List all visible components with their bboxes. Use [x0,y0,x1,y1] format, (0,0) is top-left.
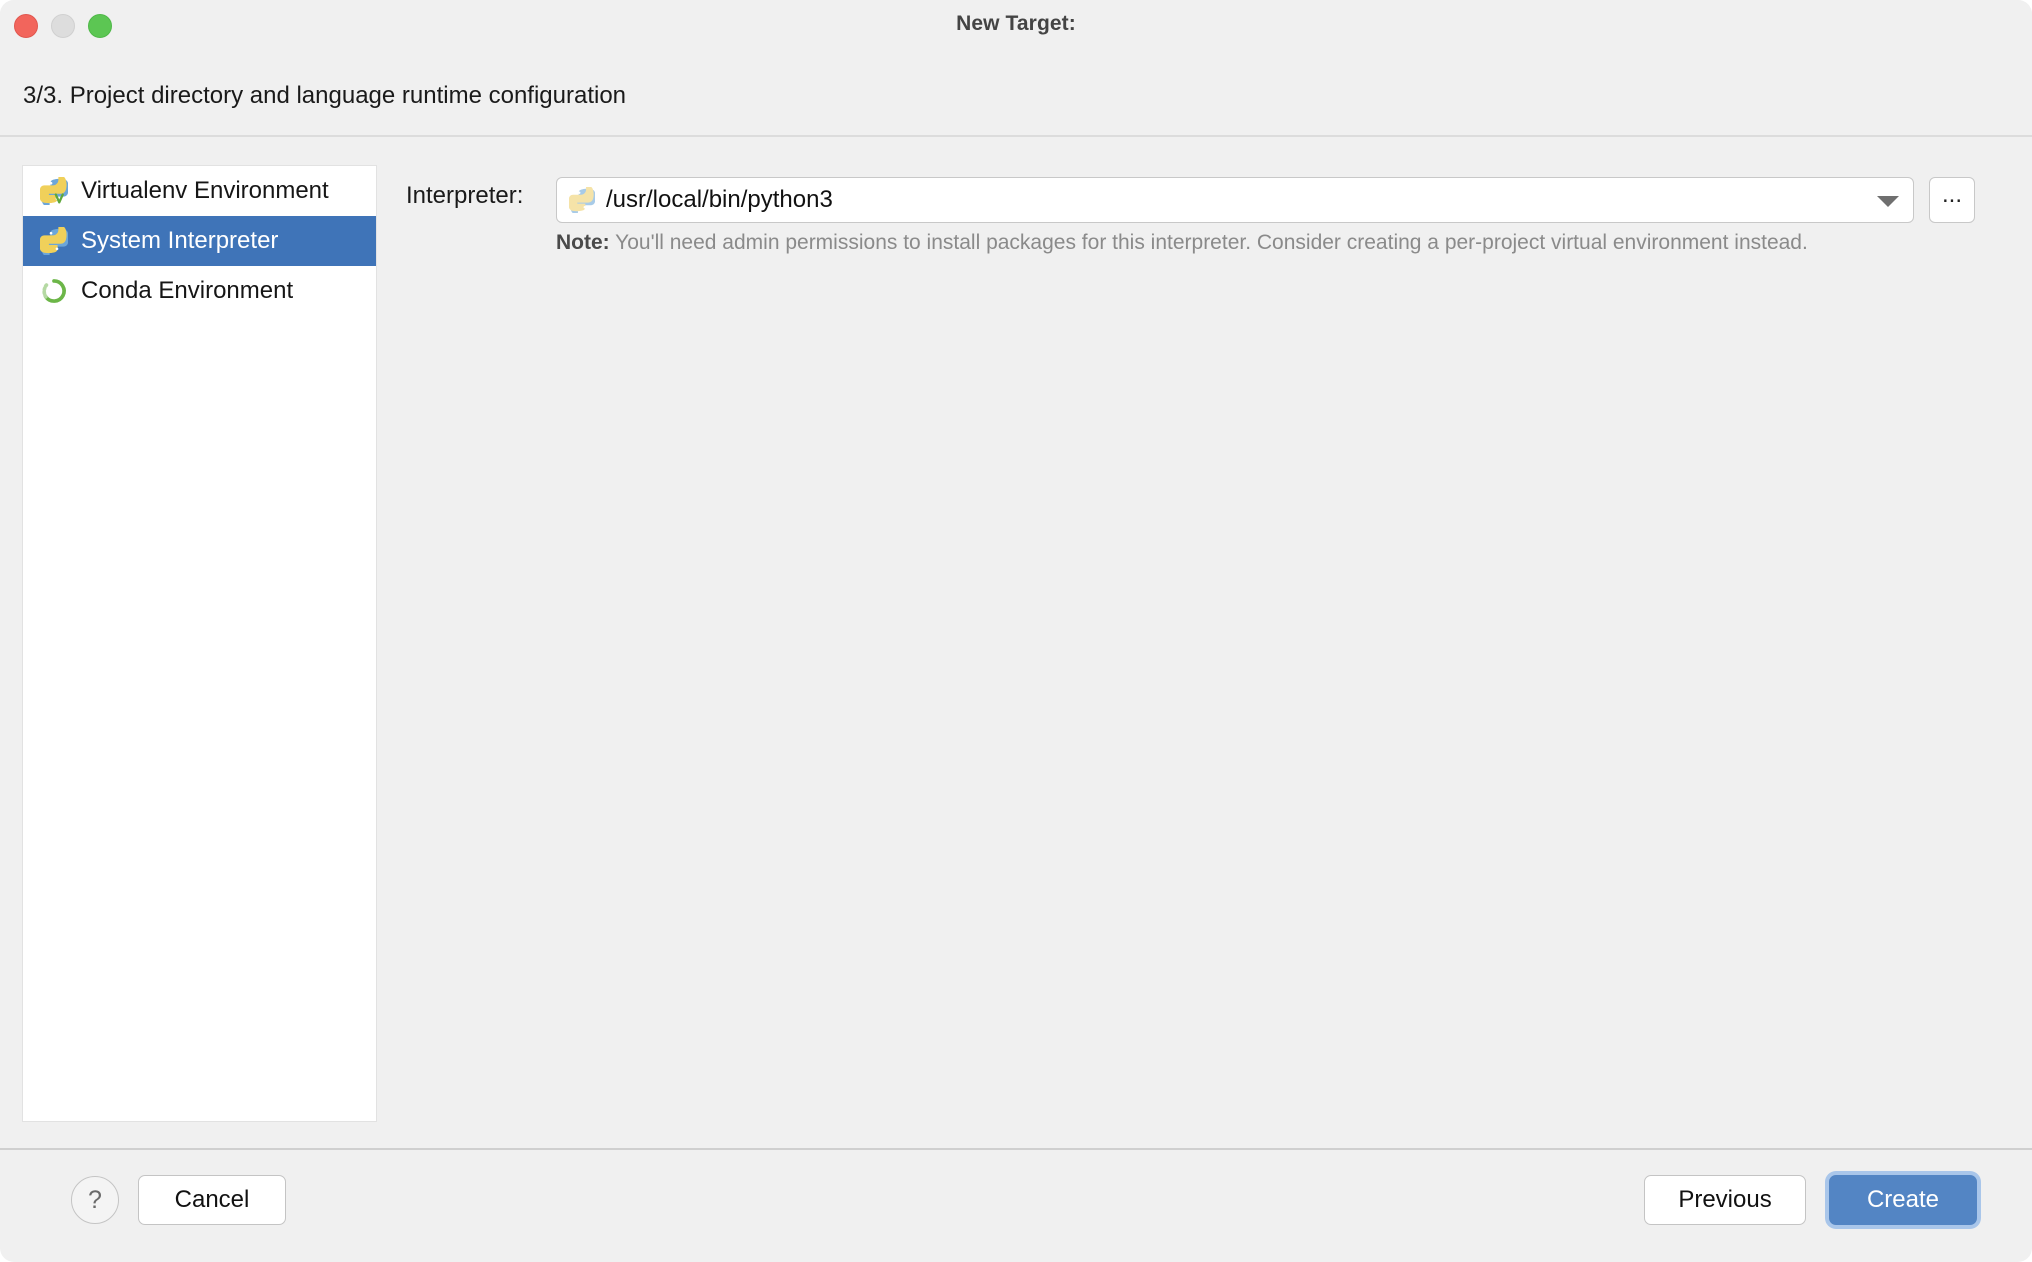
sidebar-item-system-interpreter[interactable]: System Interpreter [23,216,376,266]
window-title: New Target: [956,12,1076,35]
create-button[interactable]: Create [1829,1175,1977,1225]
sidebar-item-label: System Interpreter [81,227,279,254]
python-icon [40,227,68,255]
interpreter-note: Note: You'll need admin permissions to i… [556,231,1808,255]
chevron-down-icon[interactable] [1877,196,1899,207]
python-icon [569,187,595,213]
previous-button[interactable]: Previous [1644,1175,1806,1225]
note-text: You'll need admin permissions to install… [615,231,1808,254]
interpreter-select[interactable]: /usr/local/bin/python3 [556,177,1914,223]
step-title: 3/3. Project directory and language runt… [23,82,627,109]
conda-icon [40,277,68,305]
help-button[interactable]: ? [71,1176,119,1224]
sidebar-item-label: Virtualenv Environment [81,177,329,204]
window-titlebar: New Target: [0,0,2032,56]
note-prefix: Note: [556,231,610,254]
sidebar-item-label: Conda Environment [81,277,294,304]
sidebar-item-conda-environment[interactable]: Conda Environment [23,266,376,316]
browse-interpreter-button[interactable]: ... [1929,177,1975,223]
cancel-button[interactable]: Cancel [138,1175,286,1225]
new-target-dialog: New Target: 3/3. Project directory and l… [0,0,2032,1262]
footer-divider [0,1148,2032,1150]
sidebar-item-virtualenv-environment[interactable]: Virtualenv Environment [23,166,376,216]
python-virtualenv-icon [40,177,68,205]
header-divider [0,135,2032,137]
interpreter-value: /usr/local/bin/python3 [606,186,833,213]
interpreter-label: Interpreter: [406,182,524,209]
environment-type-list[interactable]: Virtualenv Environment System Interprete… [22,165,377,1122]
